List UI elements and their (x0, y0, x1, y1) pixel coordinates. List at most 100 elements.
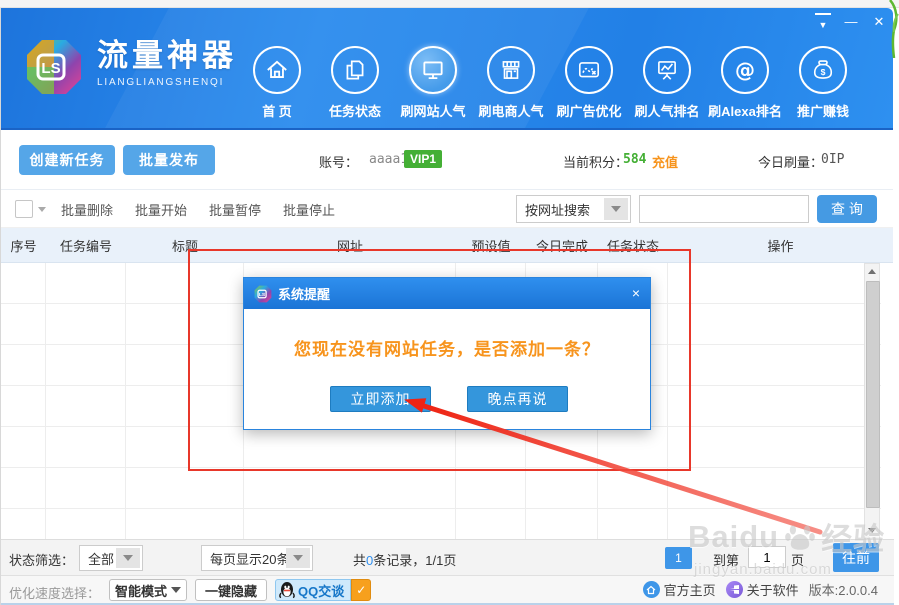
table-cell (1, 345, 46, 386)
today-volume-value: 0IP (821, 152, 844, 167)
table-cell (1, 427, 46, 468)
later-button[interactable]: 晚点再说 (467, 386, 568, 412)
column-header-task-state: 任务状态 (598, 236, 668, 255)
vertical-scrollbar[interactable] (864, 263, 880, 539)
close-icon[interactable]: ✕ (871, 13, 887, 34)
goto-page-button[interactable]: 往前 (833, 543, 879, 572)
select-arrow-icon (116, 548, 140, 568)
status-filter-select[interactable]: 全部 (79, 545, 143, 571)
one-key-hide-button[interactable]: 一键隐藏 (195, 579, 267, 601)
goto-page-label: 到第 (713, 550, 739, 569)
status-bar: 优化速度选择： 智能模式 一键隐藏 QQ交谈 ✓ (1, 575, 894, 605)
batch-toolbar: 批量删除 批量开始 批量暂停 批量停止 按网址搜索 查 询 (1, 190, 893, 228)
money-bag-icon: $ (799, 46, 847, 94)
minimize-icon[interactable]: — (843, 13, 859, 34)
pagination-bar: 状态筛选： 全部 每页显示20条 共0条记录，1/1页 1 到第 页 往前 (1, 539, 894, 575)
table-cell (1, 509, 46, 539)
column-header-done-today: 今日完成 (526, 236, 598, 255)
nav-item-alexa-rank[interactable]: @ 刷Alexa排名 (706, 46, 784, 120)
table-cell (456, 468, 526, 509)
official-home-link[interactable]: 官方主页 (643, 580, 716, 599)
at-icon: @ (721, 46, 769, 94)
dialog-title: 系统提醒 (278, 284, 330, 303)
ad-map-icon (565, 46, 613, 94)
table-cell (126, 386, 244, 427)
account-label: 账号： (319, 152, 358, 171)
nav-item-ad-optimize[interactable]: 刷广告优化 (550, 46, 628, 120)
qq-verified-badge: ✓ (351, 579, 371, 601)
records-summary: 共0条记录，1/1页 (353, 550, 456, 569)
per-page-select[interactable]: 每页显示20条 (201, 545, 313, 571)
table-cell (46, 304, 126, 345)
batch-delete-link[interactable]: 批量删除 (61, 200, 113, 219)
table-cell (668, 345, 881, 386)
nav-item-ecommerce-traffic[interactable]: 刷电商人气 (472, 46, 550, 120)
home-icon (253, 46, 301, 94)
page-number-button[interactable]: 1 (665, 547, 692, 569)
nav-item-task-status[interactable]: 任务状态 (316, 46, 394, 120)
store-icon (487, 46, 535, 94)
nav-item-popularity-rank[interactable]: 刷人气排名 (628, 46, 706, 120)
chevron-down-icon (171, 587, 181, 593)
table-cell (668, 263, 881, 304)
select-all-checkbox[interactable] (15, 200, 33, 218)
scroll-up-icon[interactable] (865, 264, 879, 279)
main-nav: 首 页 任务状态 刷网站人气 (238, 46, 862, 120)
query-button[interactable]: 查 询 (817, 195, 877, 223)
app-subtitle: LIANGLIANGSHENQI (97, 77, 237, 88)
batch-pause-link[interactable]: 批量暂停 (209, 200, 261, 219)
table-cell (668, 468, 881, 509)
vip-badge: VIP1 (404, 150, 442, 168)
select-arrow-icon (604, 198, 628, 220)
table-cell (1, 263, 46, 304)
table-cell (526, 427, 598, 468)
qq-penguin-icon (279, 581, 295, 599)
app-logo-icon: LS (25, 38, 83, 96)
table-cell (598, 468, 668, 509)
nav-item-earn-money[interactable]: $ 推广赚钱 (784, 46, 862, 120)
table-row (1, 427, 881, 468)
smart-mode-button[interactable]: 智能模式 (109, 579, 187, 601)
scrollbar-thumb[interactable] (866, 281, 880, 508)
window-menu-icon[interactable]: ▼ (815, 13, 831, 34)
dialog-titlebar[interactable]: LS 系统提醒 × (244, 278, 650, 309)
batch-start-link[interactable]: 批量开始 (135, 200, 187, 219)
table-cell (244, 509, 456, 539)
goto-page-input[interactable] (748, 546, 786, 568)
recharge-link[interactable]: 充值 (652, 152, 678, 171)
brand-text: 流量神器 LIANGLIANGSHENQI (97, 38, 237, 88)
desktop-background-strip (0, 0, 899, 8)
goto-page-unit: 页 (791, 550, 804, 569)
create-task-button[interactable]: 创建新任务 (19, 145, 115, 175)
points-value: 584 (623, 152, 646, 167)
dialog-close-icon[interactable]: × (632, 284, 640, 302)
table-cell (456, 427, 526, 468)
nav-item-home[interactable]: 首 页 (238, 46, 316, 120)
qq-chat-button[interactable]: QQ交谈 ✓ (275, 579, 371, 601)
brand-logo-block: LS 流量神器 LIANGLIANGSHENQI (25, 38, 237, 96)
scroll-down-icon[interactable] (865, 523, 879, 538)
documents-icon (331, 46, 379, 94)
dialog-logo-icon: LS (254, 285, 272, 303)
nav-item-website-traffic[interactable]: 刷网站人气 (394, 46, 472, 120)
table-cell (598, 427, 668, 468)
add-now-button[interactable]: 立即添加 (330, 386, 431, 412)
table-cell (126, 509, 244, 539)
table-cell (668, 427, 881, 468)
table-cell (1, 304, 46, 345)
table-cell (126, 427, 244, 468)
column-header-index: 序号 (1, 236, 46, 255)
batch-publish-button[interactable]: 批量发布 (123, 145, 215, 175)
search-input[interactable] (639, 195, 809, 223)
app-title: 流量神器 (97, 38, 237, 74)
table-cell (526, 509, 598, 539)
search-type-select[interactable]: 按网址搜索 (516, 195, 631, 223)
batch-stop-link[interactable]: 批量停止 (283, 200, 335, 219)
about-software-link[interactable]: 关于软件 (726, 580, 799, 599)
select-all-caret-icon[interactable] (38, 207, 46, 212)
search-area: 按网址搜索 查 询 (516, 195, 877, 223)
version-label: 版本:2.0.0.4 (809, 580, 878, 599)
footer-links: 官方主页 关于软件 版本:2.0.0.4 (643, 580, 878, 599)
table-cell (1, 468, 46, 509)
table-cell (126, 304, 244, 345)
